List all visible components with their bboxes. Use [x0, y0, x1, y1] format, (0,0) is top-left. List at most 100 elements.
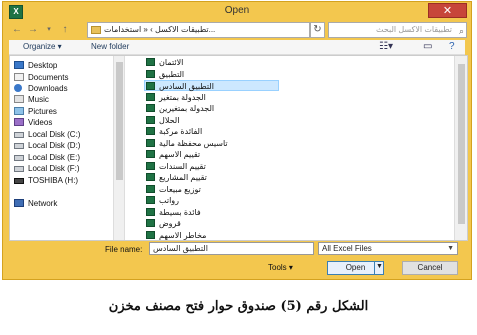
search-input[interactable]: تطبيقات الاكسل البحث ⌕ [328, 22, 467, 38]
file-list-item[interactable]: تقييم المشاريع [146, 172, 207, 183]
file-list-item[interactable]: الائتمان [146, 57, 183, 68]
file-type-select[interactable]: All Excel Files ▼ [318, 242, 458, 255]
pics-icon [14, 107, 24, 115]
file-name: التطبيق السادس [159, 82, 214, 91]
refresh-icon[interactable]: ↻ [310, 22, 325, 38]
nav-item[interactable]: Videos [14, 117, 52, 128]
excel-file-icon [146, 161, 155, 170]
nav-item-label: Network [28, 199, 58, 208]
file-name: تقييم الاسهم [159, 150, 201, 159]
file-type-value: All Excel Files [322, 244, 372, 253]
cancel-button[interactable]: Cancel [402, 261, 458, 275]
file-name-input[interactable]: التطبيق السادس [149, 242, 314, 255]
usb-icon [14, 178, 24, 184]
nav-item[interactable]: Pictures [14, 106, 57, 117]
nav-scroll-thumb[interactable] [116, 62, 123, 180]
help-icon[interactable]: ? [449, 41, 455, 52]
back-arrow-icon[interactable]: ← [11, 24, 23, 36]
chevron-down-icon: ▼ [447, 245, 454, 252]
folder-icon [91, 26, 101, 34]
net-icon [14, 199, 24, 207]
preview-pane-icon[interactable]: ▭ [423, 41, 432, 52]
desktop-icon [14, 61, 24, 69]
file-list-item[interactable]: فائدة بسيطة [146, 207, 201, 218]
file-list-item[interactable]: مخاطر الاسهم [146, 230, 206, 241]
recent-dropdown-icon[interactable]: ▾ [43, 24, 55, 36]
nav-item[interactable]: Network [14, 198, 57, 209]
nav-scrollbar[interactable] [113, 56, 125, 240]
search-placeholder: تطبيقات الاكسل البحث [376, 25, 452, 34]
file-list-item[interactable]: الحلال [146, 115, 179, 126]
nav-item[interactable]: Documents [14, 72, 68, 83]
excel-file-icon [146, 230, 155, 239]
excel-file-icon [146, 69, 155, 78]
file-name: الفائدة مركبة [159, 127, 203, 136]
address-path-text: تطبيقات الاكسل › « استخدامات... [104, 25, 216, 34]
bottom-panel: File name: التطبيق السادس All Excel File… [9, 241, 468, 277]
nav-item[interactable]: Desktop [14, 60, 57, 71]
file-name: قروض [159, 219, 181, 228]
disk-icon [14, 132, 24, 138]
down-icon [14, 84, 22, 92]
new-folder-button[interactable]: New folder [91, 42, 129, 51]
excel-file-icon [146, 104, 155, 112]
docs-icon [14, 73, 24, 81]
excel-file-icon [146, 58, 155, 66]
music-icon [14, 95, 24, 103]
view-options-icon[interactable]: ☷▾ [379, 41, 393, 52]
address-bar: ← → ▾ ↑ تطبيقات الاكسل › « استخدامات... … [9, 22, 467, 39]
excel-file-icon [146, 219, 155, 227]
file-list-item[interactable]: التطبيق السادس [144, 80, 279, 91]
nav-item[interactable]: Downloads [14, 83, 68, 94]
open-options-chevron-icon[interactable]: ▼ [374, 261, 384, 275]
open-dialog: X Open ✕ ← → ▾ ↑ تطبيقات الاكسل › « استخ… [2, 1, 472, 280]
nav-item[interactable]: TOSHIBA (H:) [14, 175, 78, 186]
excel-file-icon [146, 173, 155, 181]
nav-item-label: Documents [28, 73, 69, 82]
nav-item[interactable]: Local Disk (E:) [14, 152, 80, 163]
nav-item-label: Desktop [28, 61, 58, 70]
file-list-item[interactable]: تقييم الاسهم [146, 149, 200, 160]
excel-file-icon [146, 150, 155, 158]
nav-item[interactable]: Local Disk (D:) [14, 140, 80, 151]
nav-item[interactable]: Local Disk (C:) [14, 129, 80, 140]
file-name: توزيع مبيعات [159, 184, 201, 194]
toolbar: Organize ▾ New folder ☷▾ ▭ ? [9, 40, 465, 55]
figure-caption: الشكل رقم (5) صندوق حوار فتح مصنف مخزن [108, 299, 369, 314]
file-list-item[interactable]: رواتب [146, 195, 179, 206]
disk-icon [14, 143, 24, 149]
nav-item[interactable]: Local Disk (F:) [14, 163, 80, 174]
file-list-item[interactable]: تاسيس محفظة مالية [146, 138, 228, 149]
nav-item-label: Local Disk (F:) [28, 164, 80, 173]
file-scroll-thumb[interactable] [458, 64, 465, 224]
organize-button[interactable]: Organize ▾ [23, 42, 62, 51]
file-list-item[interactable]: الجدولة بمتغير [146, 92, 206, 103]
forward-arrow-icon[interactable]: → [27, 24, 39, 36]
file-list-item[interactable]: توزيع مبيعات [146, 184, 201, 195]
file-name: تاسيس محفظة مالية [159, 138, 228, 148]
file-name: التطبيق [159, 69, 185, 79]
file-list-item[interactable]: قروض [146, 218, 181, 229]
file-list: الائتمان التطبيق التطبيق السادس الجدولة بمت… [136, 56, 454, 240]
up-arrow-icon[interactable]: ↑ [59, 24, 71, 36]
open-label: Open [345, 263, 366, 272]
nav-item-label: Local Disk (D:) [28, 141, 81, 150]
excel-file-icon [146, 115, 155, 124]
file-name: الحلال [159, 115, 180, 125]
file-list-item[interactable]: الجدولة بمتغيرين [146, 103, 214, 114]
file-name: مخاطر الاسهم [159, 230, 207, 240]
address-path-field[interactable]: تطبيقات الاكسل › « استخدامات... [87, 22, 310, 38]
nav-item-label: Downloads [28, 84, 68, 93]
file-list-item[interactable]: الفائدة مركبة [146, 126, 202, 137]
file-scrollbar[interactable] [454, 56, 467, 240]
close-button[interactable]: ✕ [428, 3, 467, 18]
file-name: تقييم السندات [159, 161, 206, 171]
excel-file-icon [146, 138, 155, 147]
file-list-item[interactable]: تقييم السندات [146, 161, 206, 172]
file-name: الائتمان [159, 58, 184, 67]
dialog-title: Open [224, 5, 250, 16]
file-name: تقييم المشاريع [159, 173, 207, 182]
file-list-item[interactable]: التطبيق [146, 69, 184, 80]
nav-item[interactable]: Music [14, 94, 49, 105]
tools-button[interactable]: Tools ▾ [268, 263, 293, 272]
